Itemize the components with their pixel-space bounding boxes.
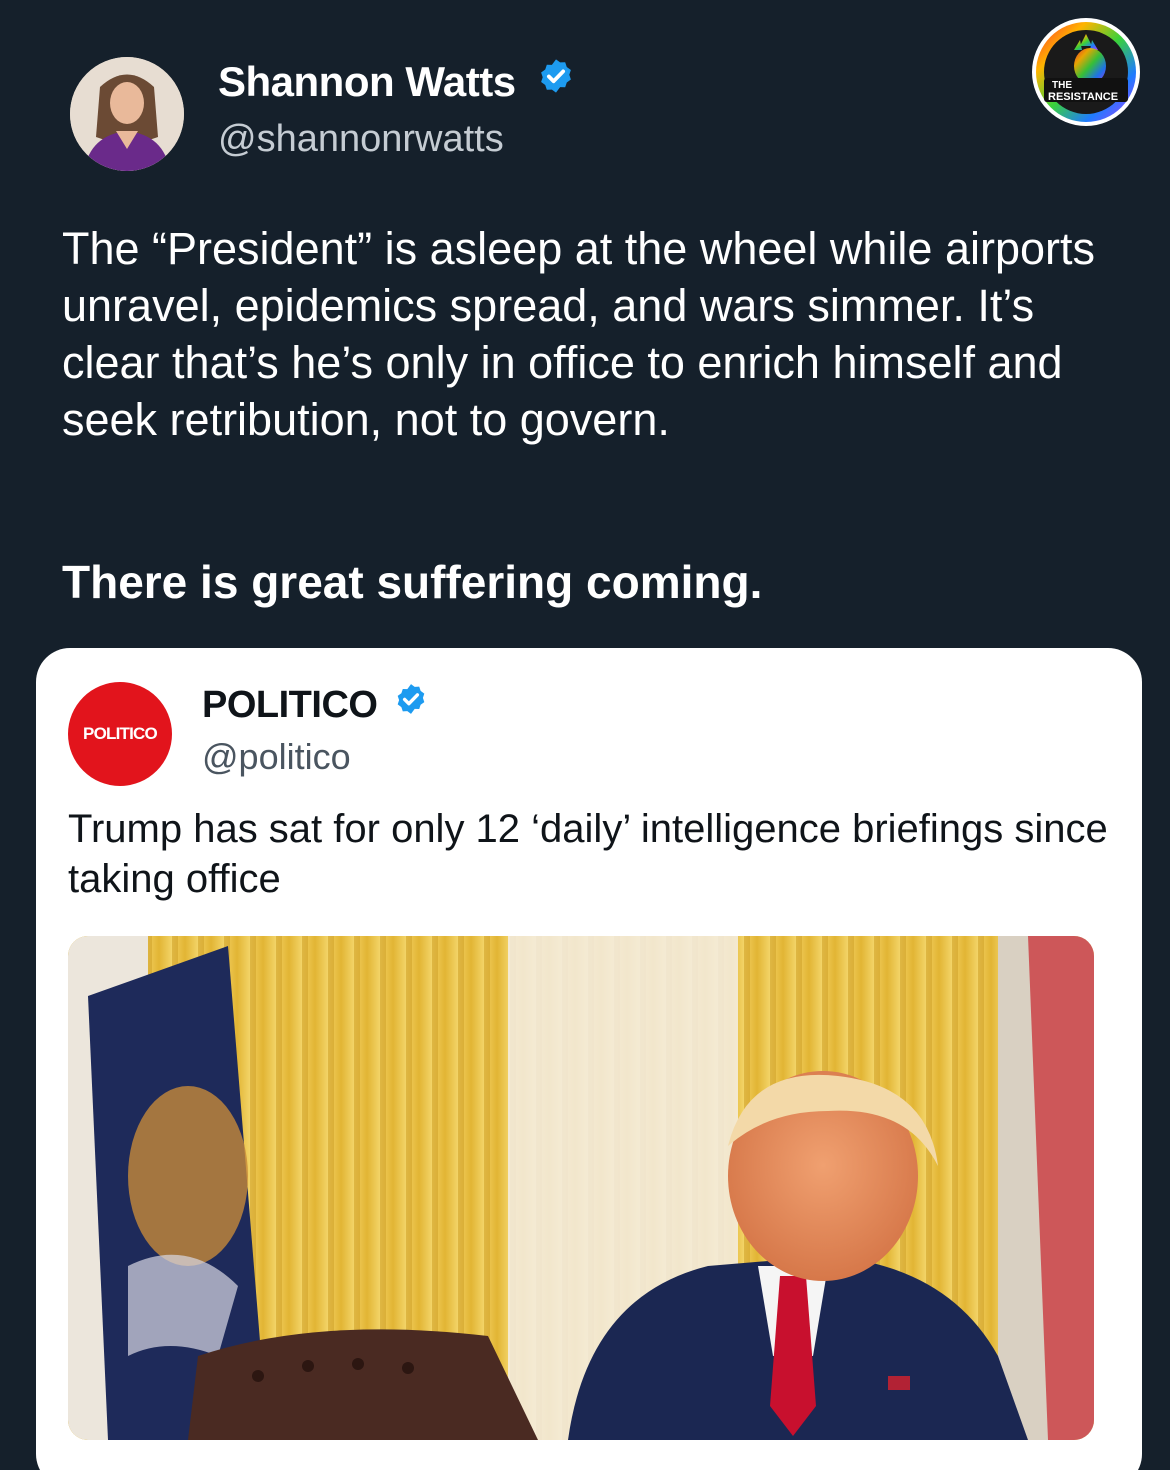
badge-line1: THE: [1052, 80, 1072, 91]
tweet-emphasis-text: There is great suffering coming.: [62, 556, 763, 608]
tweet-text: The “President” is asleep at the wheel w…: [62, 223, 1096, 445]
quoted-tweet-text: Trump has sat for only 12 ‘daily’ intell…: [68, 807, 1108, 901]
resistance-badge: THE RESISTANCE: [1030, 16, 1142, 128]
author-name-text: Shannon Watts: [218, 58, 516, 105]
quoted-author-name[interactable]: POLITICO: [202, 684, 428, 729]
politico-avatar-logo: POLITICO: [83, 724, 158, 743]
politico-avatar[interactable]: POLITICO: [68, 682, 172, 786]
quoted-tweet-photo[interactable]: [68, 936, 1094, 1440]
author-avatar[interactable]: [70, 57, 184, 171]
author-name[interactable]: Shannon Watts: [218, 58, 575, 109]
verified-badge-icon: [394, 682, 428, 726]
quoted-author-handle[interactable]: @politico: [202, 736, 351, 778]
quoted-author-name-text: POLITICO: [202, 684, 378, 726]
quoted-tweet-card[interactable]: POLITICO POLITICO @politico Trump has sa…: [36, 648, 1142, 1470]
verified-badge-icon: [537, 57, 575, 105]
author-handle[interactable]: @shannonrwatts: [218, 118, 504, 161]
badge-line2: RESISTANCE: [1048, 91, 1118, 103]
tweet: Shannon Watts @shannonrwatts THE RESISTA…: [0, 0, 1170, 1470]
